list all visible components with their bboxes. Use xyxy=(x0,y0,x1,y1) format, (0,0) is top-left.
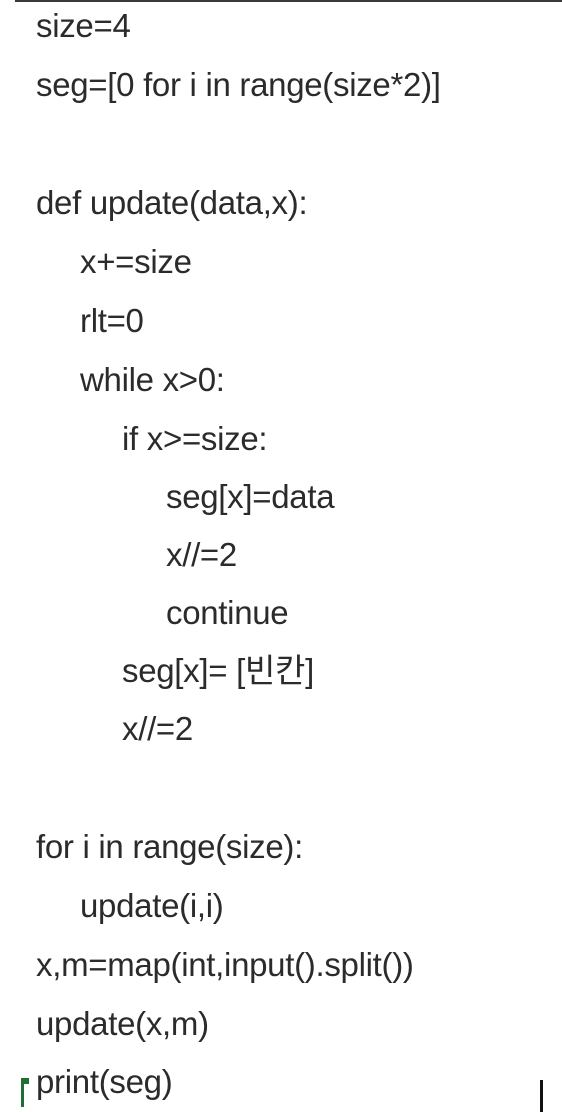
code-line: x+=size xyxy=(80,243,192,280)
selection-start-marker-tick xyxy=(21,1078,29,1084)
code-line: rlt=0 xyxy=(80,302,144,339)
code-line: for i in range(size): xyxy=(36,828,303,865)
text-cursor[interactable] xyxy=(540,1080,543,1112)
code-line: x,m=map(int,input().split()) xyxy=(36,946,414,983)
code-line: seg[x]=data xyxy=(166,478,335,515)
top-border-line xyxy=(15,0,562,2)
code-line: continue xyxy=(166,594,289,631)
code-line: x//=2 xyxy=(166,536,237,573)
code-line: seg=[0 for i in range(size*2)] xyxy=(36,66,441,103)
code-line-blank-placeholder: seg[x]= [빈칸] xyxy=(122,652,314,689)
code-line: x//=2 xyxy=(122,710,193,747)
code-line: update(x,m) xyxy=(36,1005,209,1042)
code-line: while x>0: xyxy=(80,361,225,398)
code-line: if x>=size: xyxy=(122,420,268,457)
document-page: size=4 seg=[0 for i in range(size*2)] de… xyxy=(0,0,562,1112)
code-line: update(i,i) xyxy=(80,887,224,924)
code-line: print(seg) xyxy=(36,1063,173,1100)
code-line: def update(data,x): xyxy=(36,184,308,221)
code-line: size=4 xyxy=(36,7,131,44)
